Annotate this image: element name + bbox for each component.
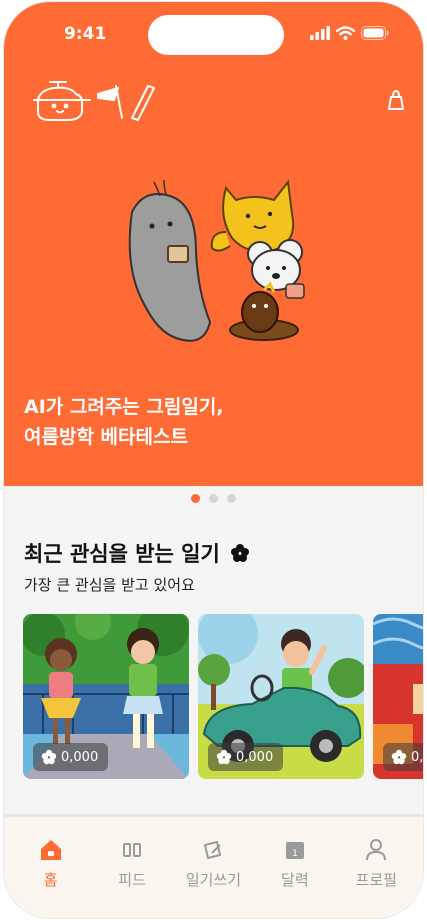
battery-icon <box>361 26 389 40</box>
section-header: 최근 관심을 받는 일기 <box>24 538 250 568</box>
tab-label: 달력 <box>281 871 309 889</box>
like-count: 0,000 <box>61 749 99 765</box>
tab-label: 프로필 <box>355 871 397 889</box>
section-title: 최근 관심을 받는 일기 <box>24 542 220 566</box>
like-count-badge: 0,000 <box>208 743 284 771</box>
tab-feed[interactable]: 피드 <box>92 837 172 918</box>
gift-icon[interactable] <box>385 88 407 112</box>
carousel-pagination <box>4 494 423 503</box>
like-count: 0,000 <box>236 749 274 765</box>
tab-label: 피드 <box>118 871 146 889</box>
tab-label: 일기쓰기 <box>185 871 242 889</box>
flower-icon <box>230 544 249 562</box>
flower-icon <box>41 749 57 765</box>
phone-screen: 9:41 AI가 그려주는 그림일기, 여름방학 베타테스트 최근 관심을 받는… <box>4 2 423 918</box>
calendar-icon: 1 <box>285 842 304 859</box>
diary-card[interactable]: 0,000 <box>198 614 364 779</box>
carousel-dot-3[interactable] <box>227 494 236 503</box>
diary-card[interactable]: 0,000 <box>23 614 189 779</box>
status-time: 9:41 <box>64 24 107 44</box>
signal-icon <box>310 26 330 40</box>
tab-label: 홈 <box>43 871 58 889</box>
feed-icon <box>123 843 142 857</box>
tab-calendar[interactable]: 1 달력 <box>255 837 335 918</box>
hero-characters-illustration <box>128 179 305 342</box>
carousel-dot-1[interactable] <box>191 494 200 503</box>
flower-icon <box>216 749 232 765</box>
flower-icon <box>391 749 407 765</box>
like-count-badge: 0,000 <box>33 743 109 771</box>
calendar-day: 1 <box>292 849 298 859</box>
tab-home[interactable]: 홈 <box>11 837 91 918</box>
like-count: 0,0 <box>411 749 423 765</box>
carousel-dot-2[interactable] <box>209 494 218 503</box>
hero-title-line2: 여름방학 베타테스트 <box>24 426 188 448</box>
hero-banner[interactable]: 9:41 AI가 그려주는 그림일기, 여름방학 베타테스트 <box>4 2 423 486</box>
diary-carousel: 0,000 0,000 0, <box>23 614 423 779</box>
tab-profile[interactable]: 프로필 <box>336 837 416 918</box>
tab-write[interactable]: 일기쓰기 <box>173 837 253 918</box>
profile-icon <box>366 839 387 861</box>
write-icon <box>204 841 222 859</box>
status-bar: 9:41 <box>4 2 423 66</box>
dynamic-island <box>148 15 284 55</box>
section-subtitle: 가장 큰 관심을 받고 있어요 <box>24 576 195 594</box>
wifi-icon <box>336 26 355 40</box>
hero-title: AI가 그려주는 그림일기, 여름방학 베타테스트 <box>24 392 224 452</box>
hero-title-line1: AI가 그려주는 그림일기, <box>24 396 224 418</box>
app-logo <box>33 81 155 121</box>
bottom-tab-bar: 홈 피드 일기쓰기 1 달력 프로필 <box>4 817 423 918</box>
diary-card[interactable]: 0,0 <box>373 614 423 779</box>
like-count-badge: 0,0 <box>383 743 423 771</box>
home-icon <box>40 840 61 860</box>
status-icons <box>310 26 389 40</box>
